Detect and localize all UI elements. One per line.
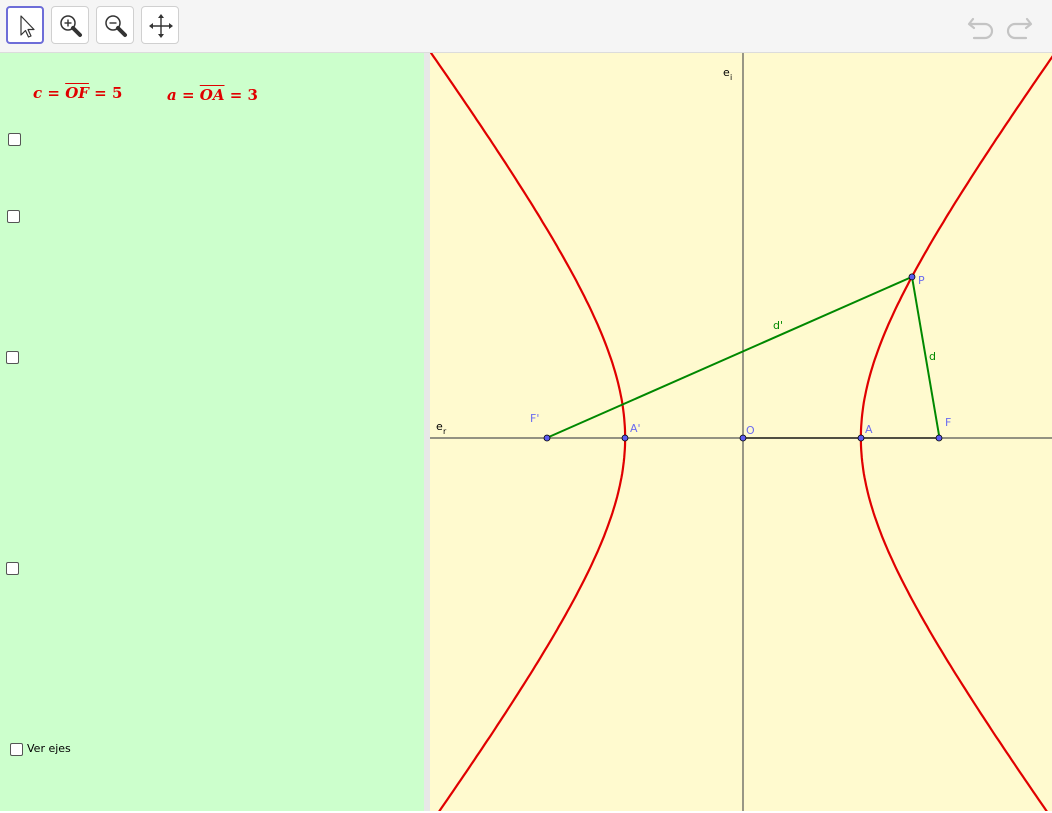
pan-tool-button[interactable] — [141, 6, 179, 44]
cursor-arrow-icon — [20, 15, 35, 38]
point-f[interactable] — [935, 434, 943, 442]
hyperbola-left-branch — [430, 53, 627, 811]
graphics-view[interactable]: d' d e r e i F' A' O A F P — [430, 53, 1052, 811]
label-o: O — [746, 424, 755, 437]
checkbox-3[interactable] — [6, 351, 19, 364]
formula-a: a = OA = 3 — [167, 86, 258, 104]
checkbox-4[interactable] — [6, 562, 19, 575]
hyperbola-right-branch — [859, 55, 1052, 811]
label-d-prime: d' — [773, 319, 783, 332]
label-a: A — [865, 423, 873, 436]
point-p[interactable] — [908, 273, 916, 281]
segment-d-prime — [546, 275, 913, 439]
label-f: F — [945, 416, 951, 429]
label-d: d — [929, 350, 936, 363]
label-a-prime: A' — [630, 422, 641, 435]
checkbox-2[interactable] — [7, 210, 20, 223]
label-axis-imag-sub: i — [730, 73, 732, 82]
algebra-panel: c = OF = 5 a = OA = 3 Ver ejes — [0, 53, 424, 811]
point-f-prime[interactable] — [543, 434, 551, 442]
zoom-in-tool-button[interactable] — [51, 6, 89, 44]
undo-icon — [967, 17, 994, 40]
move-arrows-icon — [149, 14, 173, 38]
formula-c: c = OF = 5 — [33, 84, 123, 102]
toolbar — [0, 0, 1052, 53]
label-p: P — [918, 274, 925, 287]
move-tool-button[interactable] — [6, 6, 44, 44]
zoom-in-icon — [60, 15, 82, 37]
geometry-canvas: d' d e r e i F' A' O A F P — [430, 53, 1052, 811]
zoom-out-tool-button[interactable] — [96, 6, 134, 44]
point-a-prime[interactable] — [621, 434, 629, 442]
label-axis-real: e — [436, 420, 443, 433]
ver-ejes-checkbox[interactable] — [10, 743, 23, 756]
zoom-out-icon — [105, 15, 127, 37]
segment-oa: OA — [199, 86, 225, 104]
checkbox-1[interactable] — [8, 133, 21, 146]
segment-of: OF — [65, 84, 89, 102]
point-a[interactable] — [857, 434, 865, 442]
ver-ejes-label: Ver ejes — [27, 742, 71, 755]
label-axis-real-sub: r — [443, 427, 447, 436]
label-axis-imag: e — [723, 66, 730, 79]
redo-icon — [1006, 17, 1033, 40]
undo-button[interactable] — [965, 10, 999, 42]
label-f-prime: F' — [530, 412, 539, 425]
redo-button[interactable] — [1001, 10, 1035, 42]
